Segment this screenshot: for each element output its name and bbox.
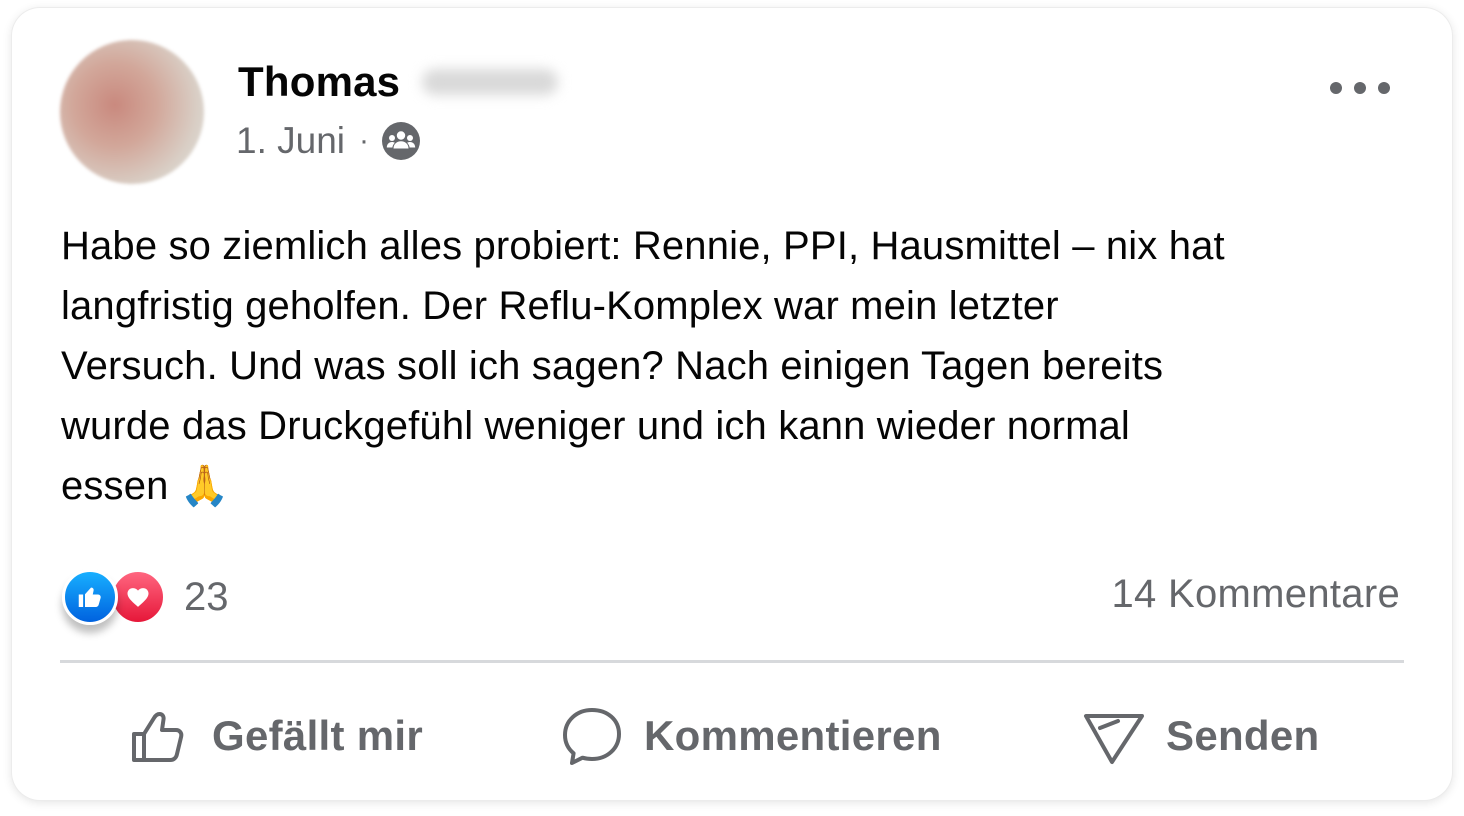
post-body-text: Habe so ziemlich alles probiert: Rennie,… xyxy=(61,224,1225,508)
send-arrow-icon xyxy=(1084,714,1144,764)
post-date[interactable]: 1. Juni xyxy=(236,120,345,162)
like-button[interactable]: Gefällt mir xyxy=(128,698,423,774)
comments-count-link[interactable]: 14 Kommentare xyxy=(1112,572,1401,617)
send-button-label: Senden xyxy=(1166,712,1320,759)
divider xyxy=(60,660,1404,663)
thumbs-up-icon xyxy=(132,712,184,762)
comment-bubble-icon xyxy=(563,708,621,765)
like-button-label: Gefällt mir xyxy=(212,712,424,759)
author-row: Thomas xyxy=(238,56,559,108)
more-dot xyxy=(1378,82,1390,94)
meta-separator: · xyxy=(359,124,370,157)
reaction-count: 23 xyxy=(184,574,229,619)
avatar[interactable] xyxy=(60,40,204,184)
comment-button-label: Kommentieren xyxy=(644,712,942,759)
love-reaction-icon xyxy=(110,569,166,625)
post-card: Thomas 1. Juni · Habe so ziemlich alles … xyxy=(12,8,1452,800)
like-reaction-icon xyxy=(62,569,118,625)
blurred-surname xyxy=(422,69,559,95)
more-dot xyxy=(1330,82,1342,94)
send-button[interactable]: Senden xyxy=(1082,698,1320,774)
post-meta: 1. Juni · xyxy=(236,118,421,164)
more-dot xyxy=(1354,82,1366,94)
group-audience-icon xyxy=(381,121,421,161)
reaction-summary[interactable]: 23 xyxy=(62,567,229,627)
comment-button[interactable]: Kommentieren xyxy=(560,698,942,774)
author-name[interactable]: Thomas xyxy=(238,58,400,106)
more-options-button[interactable] xyxy=(1330,70,1390,106)
